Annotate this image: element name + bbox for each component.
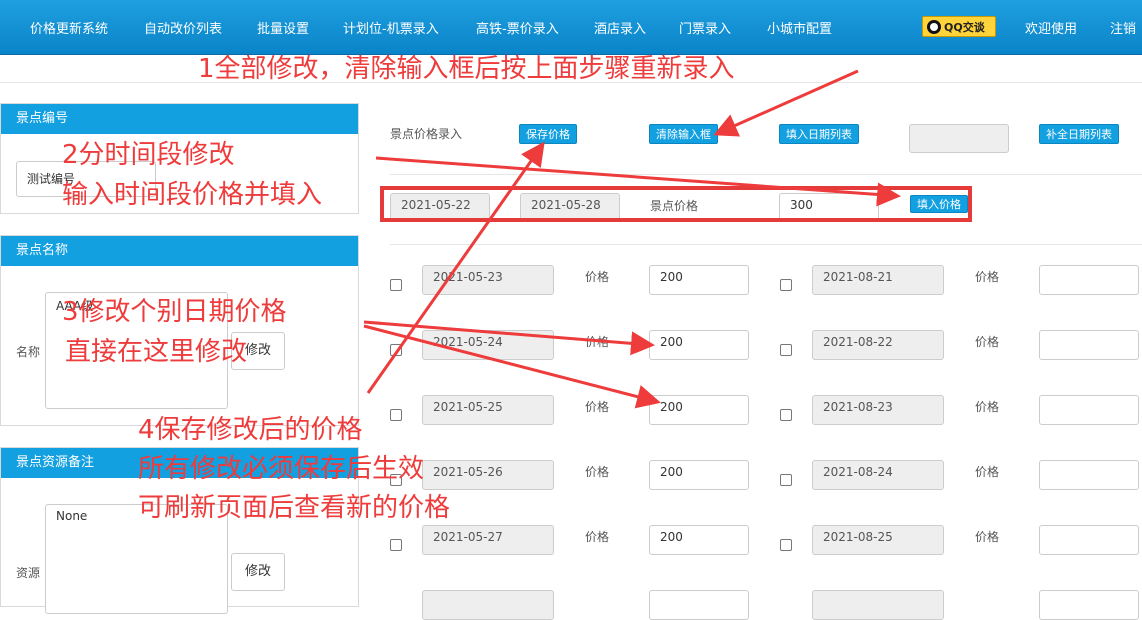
annotation-step2-line2: 输入时间段价格并填入 bbox=[62, 180, 323, 210]
arrow-to-fill-price-button bbox=[375, 156, 901, 207]
annotation-step1: 1全部修改，清除输入框后按上面步骤重新录入 bbox=[198, 54, 735, 84]
arrow-to-clear-button bbox=[713, 69, 859, 137]
annotation-step4-line2: 所有修改必须保存后生效 bbox=[138, 454, 425, 484]
arrow-to-save-button bbox=[366, 141, 545, 394]
arrow-to-row-price-1 bbox=[363, 320, 655, 356]
annotation-step4-line1: 4保存修改后的价格 bbox=[138, 415, 363, 445]
annotation-step3-line1: 3修改个别日期价格 bbox=[62, 297, 287, 327]
annotation-step3-line2: 直接在这里修改 bbox=[65, 337, 248, 367]
annotation-step2-line1: 2分时间段修改 bbox=[62, 140, 235, 170]
annotation-step4-line3: 可刷新页面后查看新的价格 bbox=[138, 493, 451, 523]
